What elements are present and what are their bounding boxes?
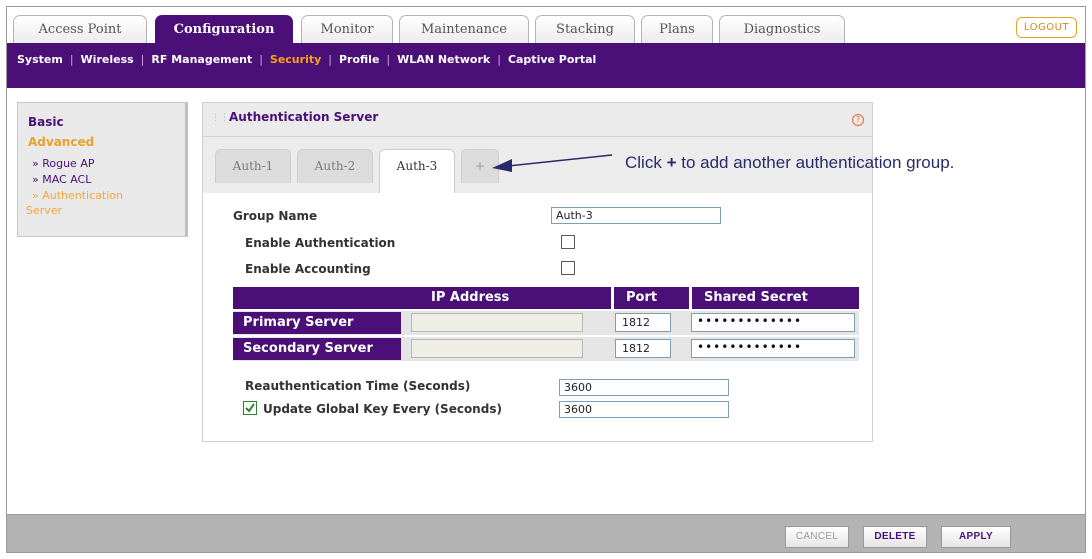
- header-shared-secret: Shared Secret: [691, 287, 859, 309]
- subnav-separator: |: [259, 52, 263, 66]
- apply-button[interactable]: APPLY: [941, 526, 1011, 548]
- menu-mac-acl[interactable]: » MAC ACL: [32, 173, 91, 186]
- panel-title: Authentication Server: [229, 110, 379, 124]
- left-menu: Basic Advanced » Rogue AP » MAC ACL » Au…: [17, 102, 188, 237]
- secondary-secret-input[interactable]: •••••••••••••: [691, 339, 855, 358]
- tab-access-point[interactable]: Access Point: [13, 15, 147, 43]
- subnav-system[interactable]: System: [17, 53, 63, 66]
- primary-server-label: Primary Server: [233, 312, 401, 334]
- subnav-separator: |: [140, 52, 145, 66]
- secondary-server-label: Secondary Server: [233, 338, 401, 360]
- bottom-action-bar: CANCEL DELETE APPLY: [7, 514, 1085, 552]
- primary-port-input[interactable]: 1812: [615, 313, 671, 332]
- annotation-callout: Click + to add another authentication gr…: [625, 153, 954, 173]
- tab-auth-2[interactable]: Auth-2: [297, 149, 373, 183]
- cancel-button[interactable]: CANCEL: [785, 526, 849, 548]
- server-table: IP Address Port Shared Secret Primary Se…: [233, 287, 859, 367]
- group-name-input[interactable]: [551, 207, 721, 224]
- callout-plus: +: [666, 153, 677, 172]
- tab-plans[interactable]: Plans: [641, 15, 713, 43]
- subnav-separator: |: [386, 52, 391, 66]
- checkmark-icon: [245, 403, 255, 413]
- subnav-separator: |: [69, 52, 74, 66]
- help-icon[interactable]: ?: [852, 114, 864, 126]
- tab-maintenance[interactable]: Maintenance: [399, 15, 529, 43]
- menu-authentication-server[interactable]: » Authentication: [32, 189, 123, 202]
- enable-accounting-checkbox[interactable]: [561, 261, 575, 275]
- tab-diagnostics[interactable]: Diagnostics: [719, 15, 845, 43]
- top-tab-bar: Access Point Configuration Monitor Maint…: [7, 7, 1085, 43]
- enable-accounting-label: Enable Accounting: [245, 262, 371, 276]
- app-window: Access Point Configuration Monitor Maint…: [6, 6, 1086, 553]
- callout-suffix: to add another authentication group.: [676, 153, 955, 172]
- menu-basic[interactable]: Basic: [28, 115, 64, 129]
- subnav-separator: |: [497, 52, 501, 66]
- header-ip-address: IP Address: [401, 287, 611, 309]
- add-group-tab[interactable]: +: [461, 149, 499, 183]
- secondary-port-input[interactable]: 1812: [615, 339, 671, 358]
- update-global-key-checkbox[interactable]: [243, 401, 257, 415]
- reauthentication-time-input[interactable]: [559, 379, 729, 396]
- primary-ip-input[interactable]: [411, 313, 583, 332]
- tab-auth-3[interactable]: Auth-3: [379, 149, 455, 193]
- delete-button[interactable]: DELETE: [863, 526, 927, 548]
- enable-authentication-label: Enable Authentication: [245, 236, 396, 250]
- subnav-rf-management[interactable]: RF Management: [151, 53, 252, 66]
- subnav-security[interactable]: Security: [270, 53, 321, 66]
- subnav-separator: |: [328, 52, 332, 66]
- primary-secret-input[interactable]: •••••••••••••: [691, 313, 855, 332]
- subnav-wireless[interactable]: Wireless: [81, 53, 134, 66]
- subnav-profile[interactable]: Profile: [339, 53, 379, 66]
- callout-prefix: Click: [625, 153, 667, 172]
- group-name-label: Group Name: [233, 209, 318, 223]
- tab-stacking[interactable]: Stacking: [535, 15, 635, 43]
- update-global-key-input[interactable]: [559, 401, 729, 418]
- update-global-key-label: Update Global Key Every (Seconds): [263, 402, 502, 416]
- panel-header: ⋮⋮ Authentication Server ?: [203, 103, 872, 137]
- tab-monitor[interactable]: Monitor: [301, 15, 393, 43]
- reauthentication-time-label: Reauthentication Time (Seconds): [245, 379, 471, 393]
- menu-advanced[interactable]: Advanced: [28, 135, 94, 149]
- drag-grip-icon: ⋮⋮: [211, 113, 229, 123]
- menu-rogue-ap[interactable]: » Rogue AP: [32, 157, 94, 170]
- tab-configuration[interactable]: Configuration: [155, 15, 293, 43]
- enable-authentication-checkbox[interactable]: [561, 235, 575, 249]
- table-header-corner: [233, 287, 401, 309]
- menu-authentication-server-line2[interactable]: Server: [26, 204, 62, 217]
- logout-button[interactable]: LOGOUT: [1015, 17, 1077, 38]
- secondary-ip-input[interactable]: [411, 339, 583, 358]
- header-port: Port: [613, 287, 689, 309]
- tab-auth-1[interactable]: Auth-1: [215, 149, 291, 183]
- subnav-wlan-network[interactable]: WLAN Network: [397, 53, 490, 66]
- auth-form: Group Name Enable Authentication Enable …: [213, 193, 863, 433]
- sub-navigation: System | Wireless | RF Management | Secu…: [7, 43, 1085, 88]
- subnav-captive-portal[interactable]: Captive Portal: [508, 53, 596, 66]
